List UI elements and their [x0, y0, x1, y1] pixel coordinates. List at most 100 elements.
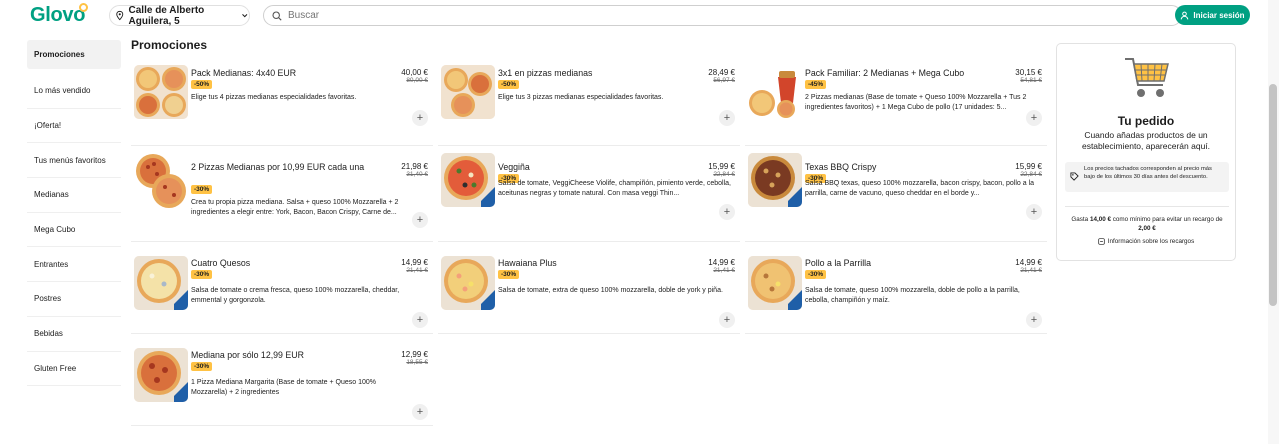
price-note-text: Los precios tachados corresponden al pre…	[1084, 166, 1212, 180]
product-description: Salsa de tomate o crema fresca, queso 10…	[191, 287, 400, 304]
price-note: Los precios tachados corresponden al pre…	[1065, 162, 1229, 192]
product-image	[441, 153, 495, 207]
surcharge-info-link[interactable]: Información sobre los recargos	[1057, 238, 1235, 245]
sidebar-item-entrantes[interactable]: Entrantes	[27, 247, 121, 283]
product-price: 15,99 €	[1015, 162, 1042, 171]
product-old-price: 31,40 €	[406, 171, 428, 178]
location-pin-icon	[116, 10, 124, 21]
top-header: Glovo Calle de Alberto Aguilera, 5 Inici…	[0, 0, 1279, 32]
sidebar-item-lo-mas-vendido[interactable]: Lo más vendido	[27, 74, 121, 109]
product-description: Salsa de tomate, extra de queso 100% moz…	[498, 287, 723, 294]
sidebar-item-medianas[interactable]: Medianas	[27, 178, 121, 213]
product-price: 28,49 €	[708, 68, 735, 77]
add-to-cart-button[interactable]: +	[412, 110, 428, 126]
product-title: Texas BBQ Crispy	[805, 162, 877, 172]
product-image	[748, 256, 802, 310]
product-image	[748, 65, 802, 119]
category-sidebar: Promociones Lo más vendido ¡Oferta! Tus …	[27, 40, 121, 387]
product-title: 2 Pizzas Medianas por 10,99 EUR cada una	[191, 162, 365, 172]
sidebar-item-bebidas[interactable]: Bebidas	[27, 317, 121, 352]
add-to-cart-button[interactable]: +	[719, 110, 735, 126]
section-title: Promociones	[131, 38, 208, 52]
product-old-price: 22,84 €	[1020, 171, 1042, 178]
product-old-price: 21,41 €	[406, 267, 428, 274]
add-to-cart-button[interactable]: +	[412, 312, 428, 328]
product-description: Salsa de tomate, VeggiCheese Violife, ch…	[498, 180, 731, 197]
min-amount: 14,00 €	[1089, 216, 1111, 223]
product-image	[134, 348, 188, 402]
product-card-hawaiana-plus[interactable]: Hawaiana Plus 14,99 € 21,41 € -30% Salsa…	[438, 246, 740, 334]
surcharge-info-label: Información sobre los recargos	[1107, 238, 1195, 245]
product-image	[134, 151, 188, 213]
product-card-pack-medianas[interactable]: Pack Medianas: 4x40 EUR 40,00 € 80,00 € …	[131, 56, 433, 146]
search-icon	[272, 10, 282, 21]
product-card-texas-bbq-crispy[interactable]: Texas BBQ Crispy 15,99 € 22,84 € -30% Sa…	[745, 150, 1047, 242]
sidebar-item-promociones[interactable]: Promociones	[27, 40, 121, 69]
order-empty-message: Cuando añadas productos de un establecim…	[1081, 130, 1211, 151]
scrollbar-thumb[interactable]	[1269, 84, 1277, 306]
product-price: 40,00 €	[401, 68, 428, 77]
add-to-cart-button[interactable]: +	[1026, 204, 1042, 220]
glovo-logo[interactable]: Glovo	[30, 4, 85, 27]
product-title: Mediana por sólo 12,99 EUR	[191, 350, 304, 360]
product-price: 12,99 €	[401, 350, 428, 359]
product-image	[134, 65, 188, 119]
login-label: Iniciar sesión	[1193, 10, 1245, 20]
product-price: 14,99 €	[1015, 258, 1042, 267]
product-old-price: 80,00 €	[406, 77, 428, 84]
search-input[interactable]	[288, 10, 1168, 21]
tag-icon	[1070, 172, 1079, 181]
sidebar-item-oferta[interactable]: ¡Oferta!	[27, 109, 121, 144]
product-description: Salsa de tomate, queso 100% mozzarella, …	[805, 287, 1020, 304]
add-to-cart-button[interactable]: +	[1026, 110, 1042, 126]
user-icon	[1181, 11, 1189, 19]
product-description: Elige tus 4 pizzas medianas especialidad…	[191, 94, 357, 101]
product-card-veggina[interactable]: Veggiña 15,99 € 22,84 € -30% Salsa de to…	[438, 150, 740, 242]
product-card-pollo-a-la-parrilla[interactable]: Pollo a la Parrilla 14,99 € 21,41 € -30%…	[745, 246, 1047, 334]
chevron-down-icon	[242, 14, 248, 18]
order-title: Tu pedido	[1117, 114, 1175, 128]
address-selector[interactable]: Calle de Alberto Aguilera, 5	[109, 5, 250, 27]
add-to-cart-button[interactable]: +	[719, 204, 735, 220]
sidebar-item-tus-menus-favoritos[interactable]: Tus menús favoritos	[27, 143, 121, 179]
product-title: Hawaiana Plus	[498, 258, 557, 268]
discount-badge: -50%	[191, 80, 213, 89]
product-price: 15,99 €	[708, 162, 735, 171]
product-old-price: 21,41 €	[713, 267, 735, 274]
min-text-mid: como mínimo para evitar un recargo de	[1110, 216, 1223, 223]
product-title: Cuatro Quesos	[191, 258, 251, 268]
product-title: Pack Familiar: 2 Medianas + Mega Cubo	[805, 68, 965, 78]
product-price: 21,98 €	[401, 162, 428, 171]
product-price: 14,99 €	[401, 258, 428, 267]
product-card-2-pizzas-medianas[interactable]: 2 Pizzas Medianas por 10,99 EUR cada una…	[131, 150, 433, 242]
product-title: Pollo a la Parrilla	[805, 258, 872, 268]
product-image	[441, 65, 495, 119]
product-old-price: 21,41 €	[1020, 267, 1042, 274]
product-card-mediana-12-99[interactable]: Mediana por sólo 12,99 EUR 12,99 € 18,55…	[131, 338, 433, 426]
sidebar-item-gluten-free[interactable]: Gluten Free	[27, 352, 121, 387]
product-card-3x1[interactable]: 3x1 en pizzas medianas 28,49 € 56,97 € -…	[438, 56, 740, 146]
discount-badge: -45%	[805, 80, 827, 89]
add-to-cart-button[interactable]: +	[412, 404, 428, 420]
sidebar-item-mega-cubo[interactable]: Mega Cubo	[27, 213, 121, 248]
search-bar[interactable]	[263, 5, 1182, 26]
product-price: 14,99 €	[708, 258, 735, 267]
product-description: 1 Pizza Mediana Margarita (Base de tomat…	[191, 379, 377, 396]
product-card-pack-familiar[interactable]: Pack Familiar: 2 Medianas + Mega Cubo 30…	[745, 56, 1047, 146]
discount-badge: -30%	[498, 270, 520, 279]
product-title: Veggiña	[498, 162, 530, 172]
login-button[interactable]: Iniciar sesión	[1175, 5, 1250, 25]
product-image	[748, 153, 802, 207]
add-to-cart-button[interactable]: +	[719, 312, 735, 328]
surcharge-fee: 2,00 €	[1138, 225, 1156, 232]
product-description: 2 Pizzas medianas (Base de tomate + Ques…	[805, 94, 1027, 111]
divider	[1065, 206, 1229, 207]
info-icon	[1098, 238, 1105, 245]
product-image	[441, 256, 495, 310]
add-to-cart-button[interactable]: +	[1026, 312, 1042, 328]
discount-badge: -30%	[191, 185, 213, 194]
add-to-cart-button[interactable]: +	[412, 212, 428, 228]
sidebar-item-postres[interactable]: Postres	[27, 282, 121, 317]
product-card-cuatro-quesos[interactable]: Cuatro Quesos 14,99 € 21,41 € -30% Salsa…	[131, 246, 433, 334]
product-description: Elige tus 3 pizzas medianas especialidad…	[498, 94, 664, 101]
